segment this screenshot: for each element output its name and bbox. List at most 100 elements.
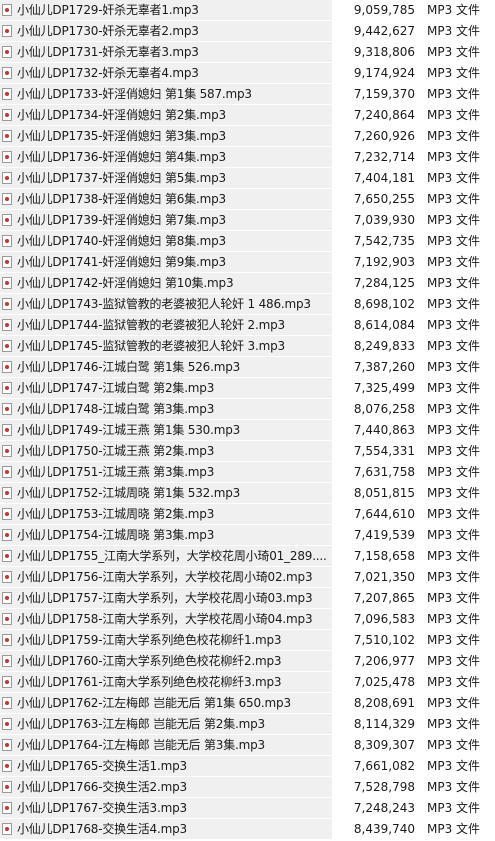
- file-name-cell[interactable]: 小仙儿DP1732-奸杀无辜者4.mp3: [0, 63, 332, 83]
- file-row[interactable]: 小仙儿DP1767-交换生活3.mp3 7,248,243 MP3 文件: [0, 798, 495, 819]
- file-name-cell[interactable]: 小仙儿DP1738-奸淫俏媳妇 第6集.mp3: [0, 189, 332, 209]
- file-name-cell[interactable]: 小仙儿DP1745-监狱管教的老婆被犯人轮奸 3.mp3: [0, 336, 332, 356]
- file-name: 小仙儿DP1761-江南大学系列绝色校花柳纤3.mp3: [17, 675, 282, 689]
- file-size: 7,440,863: [353, 423, 415, 437]
- file-name-cell[interactable]: 小仙儿DP1747-江城白鹭 第2集.mp3: [0, 378, 332, 398]
- file-row[interactable]: 小仙儿DP1750-江城王燕 第2集.mp3 7,554,331 MP3 文件: [0, 441, 495, 462]
- file-type: MP3 文件: [427, 507, 481, 521]
- file-size: 7,661,082: [353, 759, 415, 773]
- file-row[interactable]: 小仙儿DP1759-江南大学系列绝色校花柳纤1.mp3 7,510,102 MP3 …: [0, 630, 495, 651]
- file-name-cell[interactable]: 小仙儿DP1757-江南大学系列，大学校花周小琦03.mp3: [0, 588, 332, 608]
- mp3-file-icon: [2, 655, 12, 667]
- file-row[interactable]: 小仙儿DP1751-江城王燕 第3集.mp3 7,631,758 MP3 文件: [0, 462, 495, 483]
- file-size: 7,158,658: [353, 549, 415, 563]
- file-row[interactable]: 小仙儿DP1735-奸淫俏媳妇 第3集.mp3 7,260,926 MP3 文件: [0, 126, 495, 147]
- file-name-cell[interactable]: 小仙儿DP1746-江城白鹭 第1集 526.mp3: [0, 357, 332, 377]
- file-size: 7,260,926: [353, 129, 415, 143]
- file-name-cell[interactable]: 小仙儿DP1736-奸淫俏媳妇 第4集.mp3: [0, 147, 332, 167]
- file-size: 7,631,758: [353, 465, 415, 479]
- file-name-cell[interactable]: 小仙儿DP1764-江左梅郎 岂能无后 第3集.mp3: [0, 735, 332, 755]
- file-name: 小仙儿DP1759-江南大学系列绝色校花柳纤1.mp3: [17, 633, 282, 647]
- file-name-cell[interactable]: 小仙儿DP1758-江南大学系列，大学校花周小琦04.mp3: [0, 609, 332, 629]
- file-row[interactable]: 小仙儿DP1760-江南大学系列绝色校花柳纤2.mp3 7,206,977 MP3 …: [0, 651, 495, 672]
- file-name-cell[interactable]: 小仙儿DP1767-交换生活3.mp3: [0, 798, 332, 818]
- file-row[interactable]: 小仙儿DP1764-江左梅郎 岂能无后 第3集.mp3 8,309,307 MP3 …: [0, 735, 495, 756]
- file-name-cell[interactable]: 小仙儿DP1765-交换生活1.mp3: [0, 756, 332, 776]
- file-name-cell[interactable]: 小仙儿DP1742-奸淫俏媳妇 第10集.mp3: [0, 273, 332, 293]
- file-row[interactable]: 小仙儿DP1755_江南大学系列，大学校花周小琦01_289.... 7,158,…: [0, 546, 495, 567]
- file-row[interactable]: 小仙儿DP1765-交换生活1.mp3 7,661,082 MP3 文件: [0, 756, 495, 777]
- file-name-cell[interactable]: 小仙儿DP1754-江城周晓 第3集.mp3: [0, 525, 332, 545]
- file-row[interactable]: 小仙儿DP1731-奸杀无辜者3.mp3 9,318,806 MP3 文件: [0, 42, 495, 63]
- file-row[interactable]: 小仙儿DP1734-奸淫俏媳妇 第2集.mp3 7,240,864 MP3 文件: [0, 105, 495, 126]
- file-row[interactable]: 小仙儿DP1761-江南大学系列绝色校花柳纤3.mp3 7,025,478 MP3 …: [0, 672, 495, 693]
- file-name-cell[interactable]: 小仙儿DP1739-奸淫俏媳妇 第7集.mp3: [0, 210, 332, 230]
- file-name-cell[interactable]: 小仙儿DP1748-江城白鹭 第3集.mp3: [0, 399, 332, 419]
- file-name-cell[interactable]: 小仙儿DP1729-奸杀无辜者1.mp3: [0, 0, 332, 20]
- file-row[interactable]: 小仙儿DP1756-江南大学系列，大学校花周小琦02.mp3 7,021,350 M…: [0, 567, 495, 588]
- mp3-file-icon: [2, 571, 12, 583]
- file-name-cell[interactable]: 小仙儿DP1763-江左梅郎 岂能无后 第2集.mp3: [0, 714, 332, 734]
- file-name-cell[interactable]: 小仙儿DP1760-江南大学系列绝色校花柳纤2.mp3: [0, 651, 332, 671]
- file-row[interactable]: 小仙儿DP1732-奸杀无辜者4.mp3 9,174,924 MP3 文件: [0, 63, 495, 84]
- file-name-cell[interactable]: 小仙儿DP1749-江城王燕 第1集 530.mp3: [0, 420, 332, 440]
- file-row[interactable]: 小仙儿DP1739-奸淫俏媳妇 第7集.mp3 7,039,930 MP3 文件: [0, 210, 495, 231]
- file-name-cell[interactable]: 小仙儿DP1752-江城周晓 第1集 532.mp3: [0, 483, 332, 503]
- file-name-cell[interactable]: 小仙儿DP1751-江城王燕 第3集.mp3: [0, 462, 332, 482]
- mp3-file-icon: [2, 676, 12, 688]
- file-name-cell[interactable]: 小仙儿DP1750-江城王燕 第2集.mp3: [0, 441, 332, 461]
- file-name-cell[interactable]: 小仙儿DP1735-奸淫俏媳妇 第3集.mp3: [0, 126, 332, 146]
- file-row[interactable]: 小仙儿DP1740-奸淫俏媳妇 第8集.mp3 7,542,735 MP3 文件: [0, 231, 495, 252]
- mp3-file-icon: [2, 739, 12, 751]
- file-row[interactable]: 小仙儿DP1738-奸淫俏媳妇 第6集.mp3 7,650,255 MP3 文件: [0, 189, 495, 210]
- file-row[interactable]: 小仙儿DP1754-江城周晓 第3集.mp3 7,419,539 MP3 文件: [0, 525, 495, 546]
- file-name-cell[interactable]: 小仙儿DP1737-奸淫俏媳妇 第5集.mp3: [0, 168, 332, 188]
- file-size: 7,528,798: [353, 780, 415, 794]
- file-row[interactable]: 小仙儿DP1758-江南大学系列，大学校花周小琦04.mp3 7,096,583 M…: [0, 609, 495, 630]
- file-name-cell[interactable]: 小仙儿DP1741-奸淫俏媳妇 第9集.mp3: [0, 252, 332, 272]
- file-size: 7,554,331: [353, 444, 415, 458]
- file-row[interactable]: 小仙儿DP1733-奸淫俏媳妇 第1集 587.mp3 7,159,370 MP3 …: [0, 84, 495, 105]
- file-size: 7,387,260: [353, 360, 415, 374]
- file-type: MP3 文件: [427, 801, 481, 815]
- file-name-cell[interactable]: 小仙儿DP1766-交换生活2.mp3: [0, 777, 332, 797]
- file-name-cell[interactable]: 小仙儿DP1733-奸淫俏媳妇 第1集 587.mp3: [0, 84, 332, 104]
- file-row[interactable]: 小仙儿DP1763-江左梅郎 岂能无后 第2集.mp3 8,114,329 MP3 …: [0, 714, 495, 735]
- file-name-cell[interactable]: 小仙儿DP1753-江城周晓 第2集.mp3: [0, 504, 332, 524]
- file-name-cell[interactable]: 小仙儿DP1762-江左梅郎 岂能无后 第1集 650.mp3: [0, 693, 332, 713]
- file-name: 小仙儿DP1766-交换生活2.mp3: [17, 780, 187, 794]
- file-name-cell[interactable]: 小仙儿DP1761-江南大学系列绝色校花柳纤3.mp3: [0, 672, 332, 692]
- file-name-cell[interactable]: 小仙儿DP1756-江南大学系列，大学校花周小琦02.mp3: [0, 567, 332, 587]
- file-type: MP3 文件: [427, 780, 481, 794]
- file-row[interactable]: 小仙儿DP1745-监狱管教的老婆被犯人轮奸 3.mp3 8,249,833 MP3…: [0, 336, 495, 357]
- file-row[interactable]: 小仙儿DP1768-交换生活4.mp3 8,439,740 MP3 文件: [0, 819, 495, 840]
- file-row[interactable]: 小仙儿DP1730-奸杀无辜者2.mp3 9,442,627 MP3 文件: [0, 21, 495, 42]
- file-row[interactable]: 小仙儿DP1766-交换生活2.mp3 7,528,798 MP3 文件: [0, 777, 495, 798]
- file-row[interactable]: 小仙儿DP1744-监狱管教的老婆被犯人轮奸 2.mp3 8,614,084 MP3…: [0, 315, 495, 336]
- file-row[interactable]: 小仙儿DP1752-江城周晓 第1集 532.mp3 8,051,815 MP3 文…: [0, 483, 495, 504]
- file-name-cell[interactable]: 小仙儿DP1734-奸淫俏媳妇 第2集.mp3: [0, 105, 332, 125]
- file-row[interactable]: 小仙儿DP1753-江城周晓 第2集.mp3 7,644,610 MP3 文件: [0, 504, 495, 525]
- file-row[interactable]: 小仙儿DP1729-奸杀无辜者1.mp3 9,059,785 MP3 文件: [0, 0, 495, 21]
- file-row[interactable]: 小仙儿DP1742-奸淫俏媳妇 第10集.mp3 7,284,125 MP3 文件: [0, 273, 495, 294]
- file-row[interactable]: 小仙儿DP1743-监狱管教的老婆被犯人轮奸 1 486.mp3 8,698,10…: [0, 294, 495, 315]
- file-name-cell[interactable]: 小仙儿DP1740-奸淫俏媳妇 第8集.mp3: [0, 231, 332, 251]
- file-size: 9,174,924: [353, 66, 415, 80]
- file-name-cell[interactable]: 小仙儿DP1743-监狱管教的老婆被犯人轮奸 1 486.mp3: [0, 294, 332, 314]
- file-row[interactable]: 小仙儿DP1747-江城白鹭 第2集.mp3 7,325,499 MP3 文件: [0, 378, 495, 399]
- file-row[interactable]: 小仙儿DP1737-奸淫俏媳妇 第5集.mp3 7,404,181 MP3 文件: [0, 168, 495, 189]
- file-row[interactable]: 小仙儿DP1749-江城王燕 第1集 530.mp3 7,440,863 MP3 文…: [0, 420, 495, 441]
- file-name-cell[interactable]: 小仙儿DP1744-监狱管教的老婆被犯人轮奸 2.mp3: [0, 315, 332, 335]
- file-name-cell[interactable]: 小仙儿DP1755_江南大学系列，大学校花周小琦01_289....: [0, 546, 332, 566]
- file-name-cell[interactable]: 小仙儿DP1759-江南大学系列绝色校花柳纤1.mp3: [0, 630, 332, 650]
- file-row[interactable]: 小仙儿DP1736-奸淫俏媳妇 第4集.mp3 7,232,714 MP3 文件: [0, 147, 495, 168]
- file-row[interactable]: 小仙儿DP1741-奸淫俏媳妇 第9集.mp3 7,192,903 MP3 文件: [0, 252, 495, 273]
- file-name-cell[interactable]: 小仙儿DP1730-奸杀无辜者2.mp3: [0, 21, 332, 41]
- file-row[interactable]: 小仙儿DP1762-江左梅郎 岂能无后 第1集 650.mp3 8,208,691…: [0, 693, 495, 714]
- file-row[interactable]: 小仙儿DP1757-江南大学系列，大学校花周小琦03.mp3 7,207,865 M…: [0, 588, 495, 609]
- file-row[interactable]: 小仙儿DP1748-江城白鹭 第3集.mp3 8,076,258 MP3 文件: [0, 399, 495, 420]
- file-name-cell[interactable]: 小仙儿DP1731-奸杀无辜者3.mp3: [0, 42, 332, 62]
- file-name-cell[interactable]: 小仙儿DP1768-交换生活4.mp3: [0, 819, 332, 839]
- file-row[interactable]: 小仙儿DP1746-江城白鹭 第1集 526.mp3 7,387,260 MP3 文…: [0, 357, 495, 378]
- mp3-file-icon: [2, 697, 12, 709]
